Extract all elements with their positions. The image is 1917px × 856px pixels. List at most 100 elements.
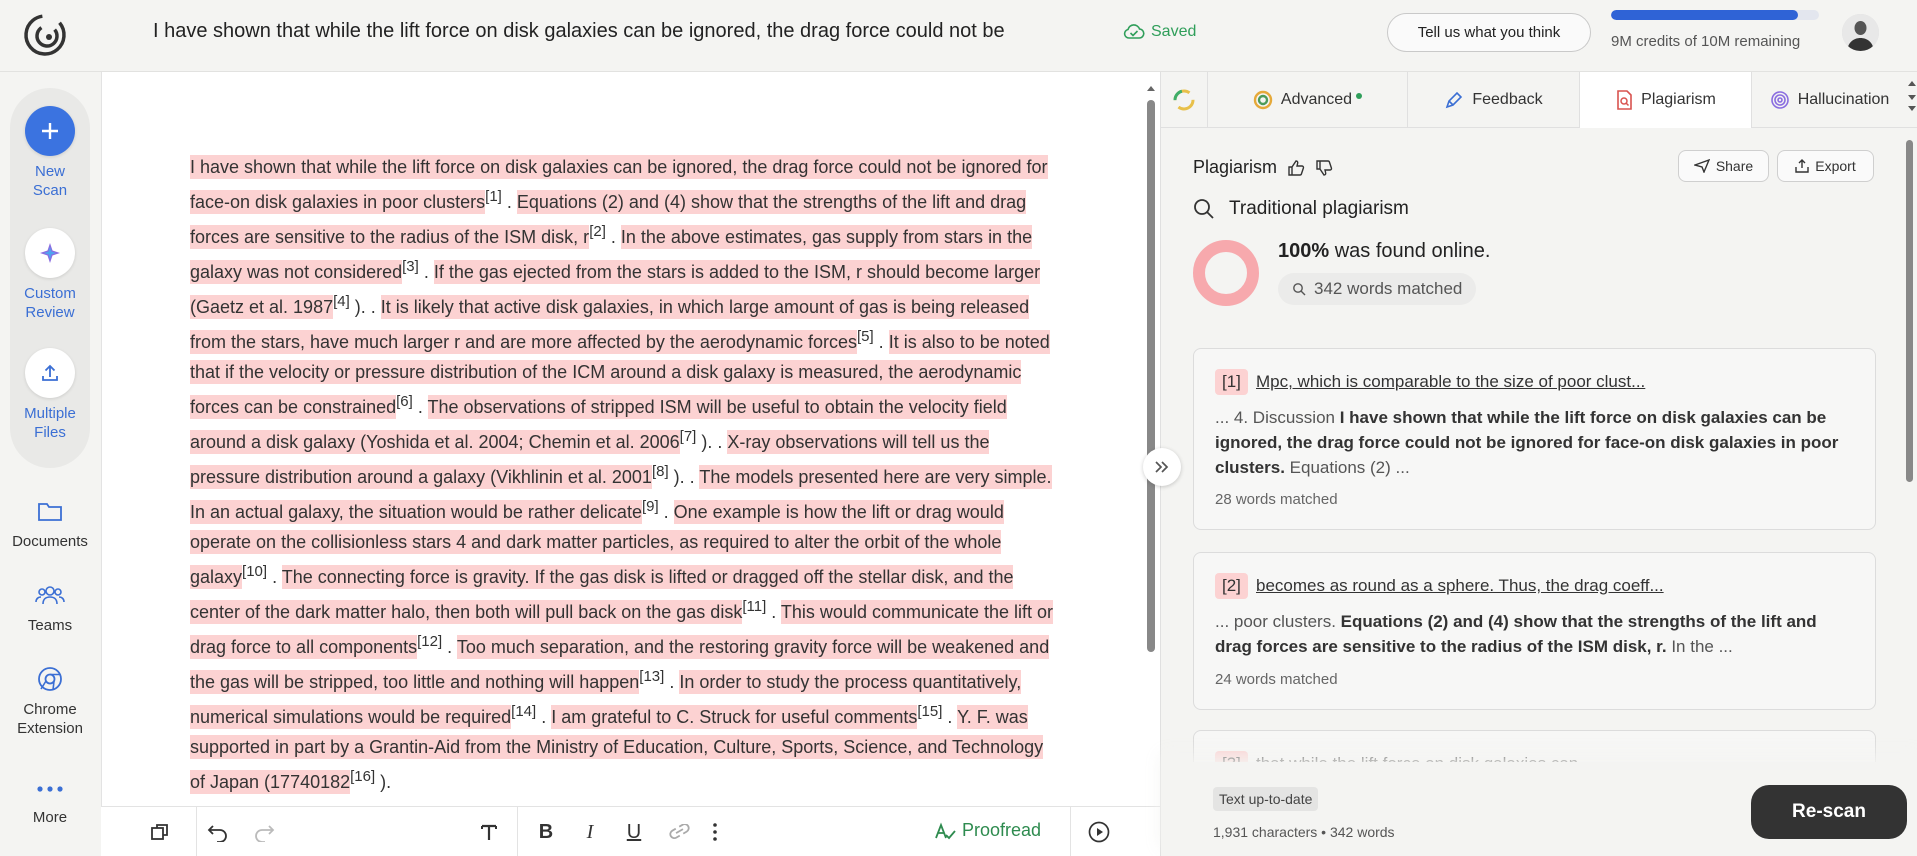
app-window: I have shown that while the lift force o… (0, 0, 1917, 856)
collapse-panel-button[interactable] (1143, 448, 1181, 486)
undo-icon[interactable] (205, 819, 231, 845)
custom-review-button[interactable]: Custom Review (0, 228, 100, 322)
editor-scrollbar[interactable] (1146, 86, 1156, 652)
citation-reference[interactable]: [9] (642, 498, 659, 515)
result-number: [1] (1215, 369, 1248, 395)
cloud-check-icon (1123, 24, 1145, 39)
feedback-button[interactable]: Tell us what you think (1387, 13, 1591, 52)
result-excerpt-post: In the ... (1666, 637, 1733, 656)
rescan-button[interactable]: Re-scan (1751, 785, 1907, 839)
new-indicator-dot (1356, 93, 1363, 99)
citation-reference[interactable]: [12] (417, 633, 442, 650)
citation-reference[interactable]: [10] (242, 563, 267, 580)
bold-icon[interactable]: B (533, 819, 559, 845)
citation-reference[interactable]: [1] (485, 188, 502, 205)
documents-nav[interactable]: Documents (0, 496, 100, 551)
left-sidebar: New Scan Custom Review Multiple Files Do… (0, 72, 100, 856)
tab-advanced[interactable]: Advanced (1208, 72, 1408, 128)
teams-nav[interactable]: Teams (0, 580, 100, 635)
text-status-chip: Text up-to-date (1213, 787, 1319, 811)
team-icon (35, 580, 65, 610)
upload-icon[interactable] (25, 348, 75, 398)
more-label: More (32, 809, 68, 826)
search-icon (1194, 199, 1214, 219)
result-excerpt: ... poor clusters. Equations (2) and (4)… (1215, 609, 1855, 659)
more-nav[interactable]: More (0, 780, 100, 827)
export-label: Export (1815, 158, 1856, 174)
tab-advanced-label: Advanced (1280, 91, 1353, 108)
citation-reference[interactable]: [3] (402, 258, 419, 275)
redo-icon[interactable] (251, 819, 277, 845)
underline-icon[interactable]: U (621, 819, 647, 845)
credits-progress-bar (1611, 10, 1819, 20)
more-dots-icon (35, 780, 65, 798)
editor-scroll-thumb[interactable] (1147, 100, 1155, 652)
plagiarism-type-row: Traditional plagiarism (1193, 198, 1409, 220)
copyleaks-logo-icon[interactable] (22, 12, 68, 58)
citation-reference[interactable]: [5] (857, 328, 874, 345)
tab-hallucination-label: Hallucination (1797, 91, 1890, 108)
share-label: Share (1715, 158, 1754, 174)
export-icon (1795, 159, 1809, 173)
citation-reference[interactable]: [2] (589, 223, 606, 240)
search-small-icon (1293, 283, 1306, 296)
user-avatar[interactable] (1842, 14, 1879, 51)
result-source-link[interactable]: Mpc, which is comparable to the size of … (1256, 372, 1645, 392)
citation-reference[interactable]: [14] (511, 703, 536, 720)
matched-text-segment[interactable]: I am grateful to C. Struck for useful co… (551, 705, 918, 729)
result-source-link[interactable]: becomes as round as a sphere. Thus, the … (1256, 576, 1664, 596)
tab-overview[interactable] (1161, 72, 1208, 128)
citation-reference[interactable]: [15] (917, 703, 942, 720)
citation-reference[interactable]: [6] (396, 393, 413, 410)
send-icon (1693, 159, 1710, 173)
tab-feedback[interactable]: Feedback (1408, 72, 1580, 128)
more-vertical-icon[interactable] (707, 819, 723, 845)
panel-scrollbar[interactable] (1906, 140, 1914, 550)
citation-reference[interactable]: [7] (680, 428, 697, 445)
citation-reference[interactable]: [8] (652, 463, 669, 480)
link-icon[interactable] (667, 819, 693, 845)
toolbar-divider (517, 807, 518, 856)
proofread-icon (935, 821, 956, 839)
top-bar: I have shown that while the lift force o… (0, 0, 1917, 72)
plus-icon[interactable] (25, 106, 75, 156)
document-title[interactable]: I have shown that while the lift force o… (153, 20, 1005, 43)
citation-reference[interactable]: [4] (333, 293, 350, 310)
tab-plagiarism-label: Plagiarism (1641, 91, 1716, 108)
result-number: [2] (1215, 573, 1248, 599)
credits-text: 9M credits of 10M remaining (1611, 33, 1801, 50)
document-text[interactable]: I have shown that while the lift force o… (190, 152, 1060, 797)
italic-icon[interactable]: I (577, 819, 603, 845)
new-scan-button[interactable]: New Scan (0, 106, 100, 200)
result-card[interactable]: [1] Mpc, which is comparable to the size… (1193, 348, 1876, 530)
share-button[interactable]: Share (1678, 150, 1769, 182)
panel-scroll-thumb[interactable] (1906, 140, 1913, 482)
document-editor[interactable]: I have shown that while the lift force o… (101, 72, 1160, 856)
document-search-icon (1617, 90, 1632, 110)
panel-tabs: Advanced Feedback Plagiarism Hallucinati… (1161, 72, 1917, 128)
text-style-icon[interactable] (476, 819, 502, 845)
citation-reference[interactable]: [13] (639, 668, 664, 685)
export-button[interactable]: Export (1777, 150, 1874, 182)
thumbs-up-icon[interactable] (1287, 159, 1305, 177)
copy-icon[interactable] (147, 819, 173, 845)
citation-reference[interactable]: [16] (350, 768, 375, 785)
thumbs-down-icon[interactable] (1315, 159, 1333, 177)
scroll-up-icon[interactable] (1146, 84, 1156, 92)
proofread-button[interactable]: Proofread (934, 820, 1041, 841)
play-icon[interactable] (1086, 819, 1112, 845)
sparkle-icon[interactable] (25, 228, 75, 278)
tab-plagiarism[interactable]: Plagiarism (1580, 72, 1752, 128)
result-words-matched: 24 words matched (1215, 671, 1338, 688)
words-matched-chip: 342 words matched (1278, 273, 1477, 305)
tab-hallucination[interactable]: Hallucination (1752, 72, 1907, 128)
multiple-files-button[interactable]: Multiple Files (0, 348, 100, 442)
avatar-image (1842, 14, 1879, 51)
citation-reference[interactable]: [11] (742, 598, 766, 615)
result-card[interactable]: [2] becomes as round as a sphere. Thus, … (1193, 552, 1876, 710)
segment-tail: ). (668, 467, 685, 487)
chrome-extension-nav[interactable]: Chrome Extension (0, 664, 100, 738)
chrome-extension-label: Chrome Extension (17, 701, 83, 737)
tabs-scroll-arrows-icon[interactable] (1907, 78, 1917, 122)
chrome-icon (35, 664, 65, 694)
